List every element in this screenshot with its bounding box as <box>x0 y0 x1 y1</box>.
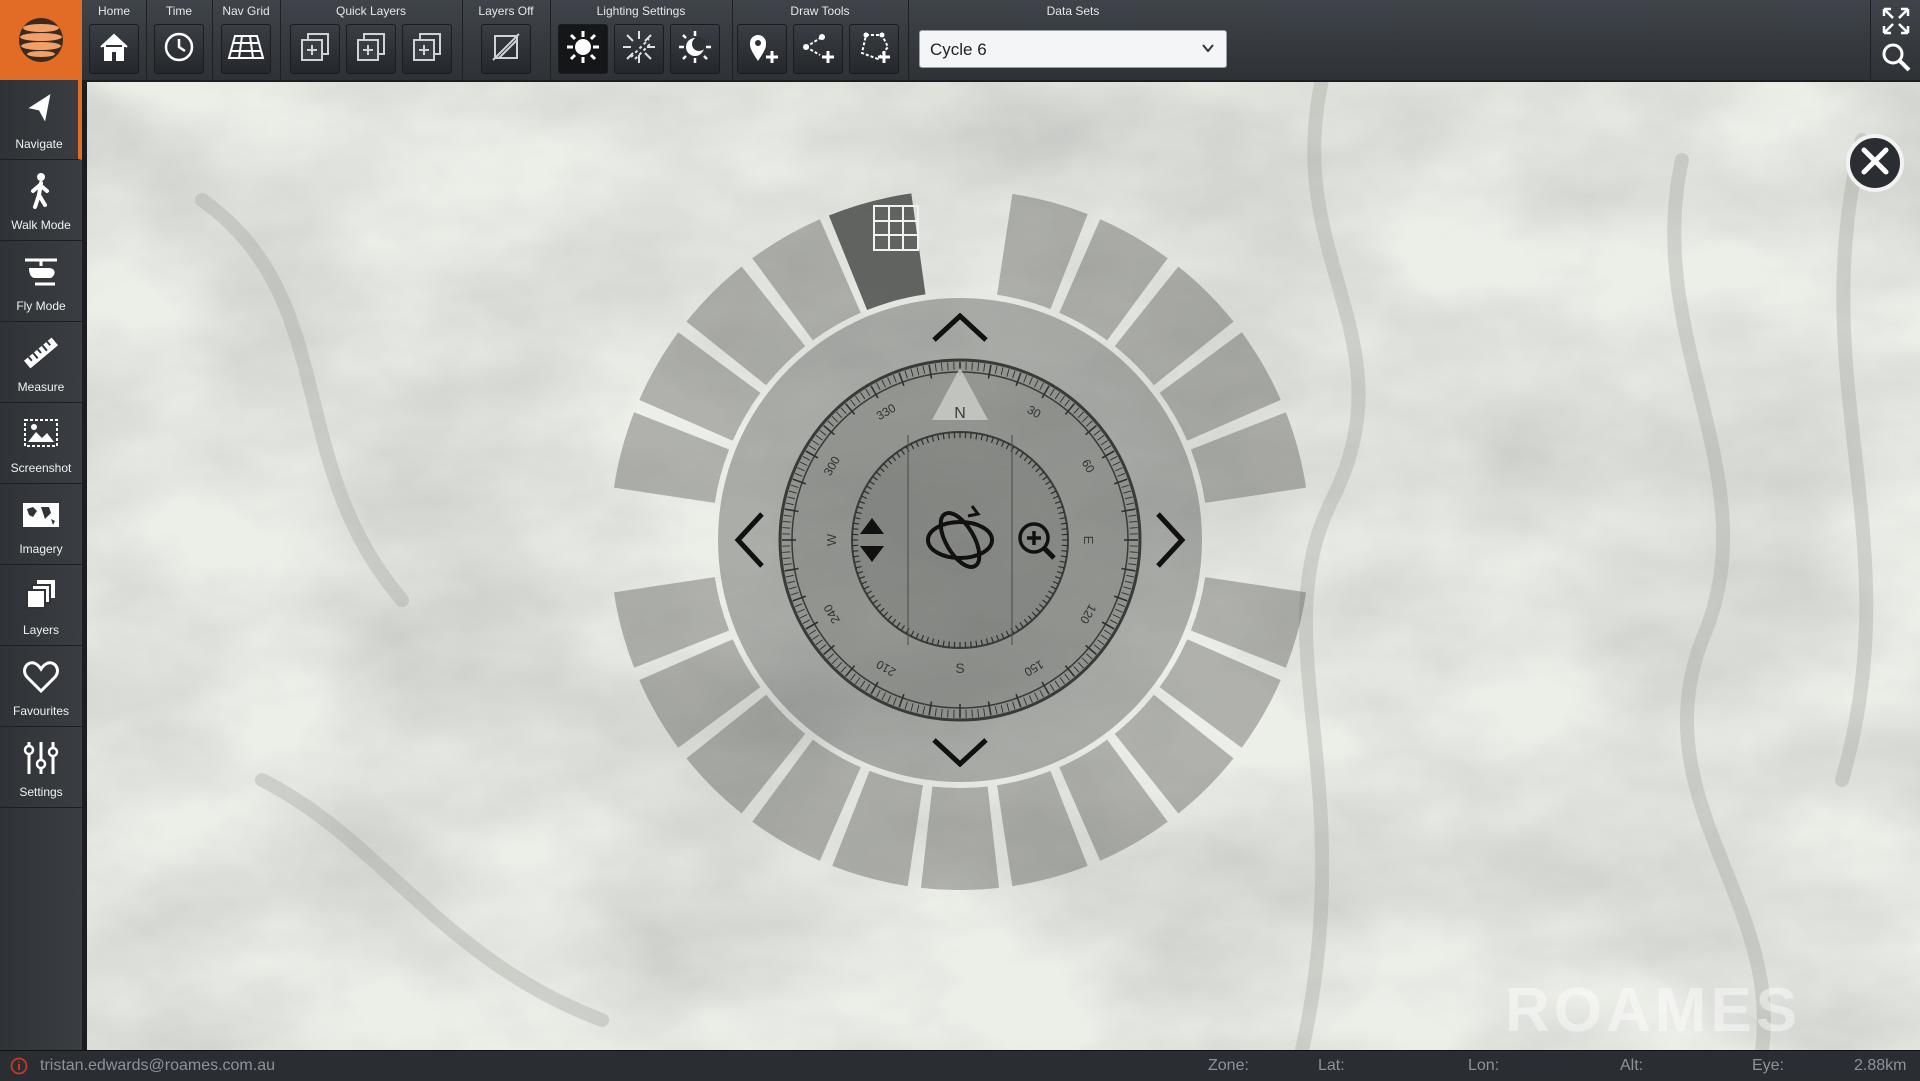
toolbar-group-quicklayers: Quick Layers <box>280 0 463 80</box>
eye-value: 2.88km <box>1854 1057 1906 1075</box>
group-label-drawtools: Draw Tools <box>732 4 908 18</box>
fullscreen-icon[interactable] <box>1881 6 1911 41</box>
screenshot-icon <box>21 414 61 454</box>
sliders-icon <box>21 738 61 778</box>
eye-label: Eye: <box>1752 1057 1784 1075</box>
toolbar-group-navgrid: Nav Grid <box>212 0 281 80</box>
alt-label: Alt: <box>1620 1057 1643 1075</box>
quick-layer-1-button[interactable] <box>290 24 340 74</box>
top-toolbar: Home Time Nav Grid Quick Layers Layers O… <box>0 0 1920 82</box>
add-line-icon <box>800 29 836 70</box>
moon-sun-icon <box>677 29 713 70</box>
sidebar-item-favourites[interactable]: Favourites <box>0 647 82 727</box>
quick-layer-3-button[interactable] <box>402 24 452 74</box>
cardinal-s: S <box>955 660 964 676</box>
walking-person-icon <box>21 171 61 211</box>
dataset-select[interactable]: Cycle 6 <box>919 30 1227 68</box>
home-icon <box>97 30 131 69</box>
info-icon[interactable] <box>10 1057 28 1080</box>
chevron-down-icon <box>1200 40 1216 61</box>
lighting-sun-button[interactable] <box>558 24 608 74</box>
nav-grid-button[interactable] <box>221 24 271 74</box>
lat-label: Lat: <box>1318 1057 1345 1075</box>
toolbar-group-drawtools: Draw Tools <box>732 0 909 80</box>
draw-polygon-button[interactable] <box>849 24 899 74</box>
toolbar-group-home: Home <box>82 0 147 80</box>
home-button[interactable] <box>89 24 139 74</box>
sidebar-label-screenshot: Screenshot <box>0 461 82 475</box>
globe-icon[interactable] <box>0 0 82 80</box>
group-label-navgrid: Nav Grid <box>212 4 280 18</box>
sidebar-item-screenshot[interactable]: Screenshot <box>0 404 82 484</box>
sidebar-label-measure: Measure <box>0 380 82 394</box>
group-label-time: Time <box>146 4 212 18</box>
layer-2-icon <box>354 30 388 69</box>
close-compass-button[interactable] <box>1846 134 1904 192</box>
time-button[interactable] <box>154 24 204 74</box>
toolbar-group-layersoff: Layers Off <box>462 0 551 80</box>
sidebar-item-walk-mode[interactable]: Walk Mode <box>0 161 82 241</box>
sidebar-item-fly-mode[interactable]: Fly Mode <box>0 242 82 322</box>
lon-label: Lon: <box>1468 1057 1499 1075</box>
cardinal-e: E <box>1081 536 1096 545</box>
roames-watermark: ROAMES <box>1505 975 1801 1046</box>
toolbar-group-lighting: Lighting Settings <box>550 0 733 80</box>
group-label-quicklayers: Quick Layers <box>280 4 462 18</box>
ruler-icon <box>21 333 61 373</box>
sidebar-label-favourites: Favourites <box>0 704 82 718</box>
stacked-layers-icon <box>21 576 61 616</box>
cardinal-w: W <box>824 533 839 546</box>
group-label-layersoff: Layers Off <box>462 4 550 18</box>
layers-off-button[interactable] <box>481 24 531 74</box>
sidebar-item-measure[interactable]: Measure <box>0 323 82 403</box>
draw-line-button[interactable] <box>793 24 843 74</box>
layer-3-icon <box>410 30 444 69</box>
navigate-arrow-icon <box>21 90 61 130</box>
sidebar-item-navigate[interactable]: Navigate <box>0 80 82 160</box>
toolbar-group-time: Time <box>146 0 213 80</box>
sidebar-item-settings[interactable]: Settings <box>0 728 82 808</box>
sun-rays-icon <box>621 29 657 70</box>
clock-icon <box>162 30 196 69</box>
draw-point-button[interactable] <box>737 24 787 74</box>
sidebar-label-imagery: Imagery <box>0 542 82 556</box>
sidebar-label-navigate: Navigate <box>0 137 78 151</box>
group-label-lighting: Lighting Settings <box>550 4 732 18</box>
group-label-datasets: Data Sets <box>908 4 1238 18</box>
search-icon[interactable] <box>1881 42 1911 77</box>
sidebar-item-layers[interactable]: Layers <box>0 566 82 646</box>
layer-1-icon <box>298 30 332 69</box>
sidebar-label-layers: Layers <box>0 623 82 637</box>
dataset-value: Cycle 6 <box>930 40 987 60</box>
topright-controls <box>1870 0 1920 80</box>
status-bar: tristan.edwards@roames.com.au Zone: Lat:… <box>0 1050 1920 1081</box>
left-sidebar: Navigate Walk Mode Fly Mode Measure Scre… <box>0 80 87 1050</box>
ring-segment[interactable] <box>921 786 999 890</box>
sidebar-item-imagery[interactable]: Imagery <box>0 485 82 565</box>
add-polygon-icon <box>856 29 892 70</box>
helicopter-icon <box>21 252 61 292</box>
navigation-compass: N S W E 3060120150210240300330 <box>600 180 1320 900</box>
cardinal-n: N <box>954 405 966 422</box>
grid-plane-icon <box>227 32 265 67</box>
quick-layer-2-button[interactable] <box>346 24 396 74</box>
close-icon <box>1860 146 1890 181</box>
layers-off-icon <box>489 30 523 69</box>
sidebar-label-walk-mode: Walk Mode <box>0 218 82 232</box>
lighting-night-button[interactable] <box>670 24 720 74</box>
sidebar-label-fly-mode: Fly Mode <box>0 299 82 313</box>
heart-icon <box>21 657 61 697</box>
sun-icon <box>565 29 601 70</box>
lighting-rays-button[interactable] <box>614 24 664 74</box>
zone-label: Zone: <box>1208 1057 1249 1075</box>
sidebar-label-settings: Settings <box>0 785 82 799</box>
add-point-icon <box>744 29 780 70</box>
world-map-icon <box>21 495 61 535</box>
group-label-home: Home <box>82 4 146 18</box>
user-email: tristan.edwards@roames.com.au <box>40 1057 275 1075</box>
